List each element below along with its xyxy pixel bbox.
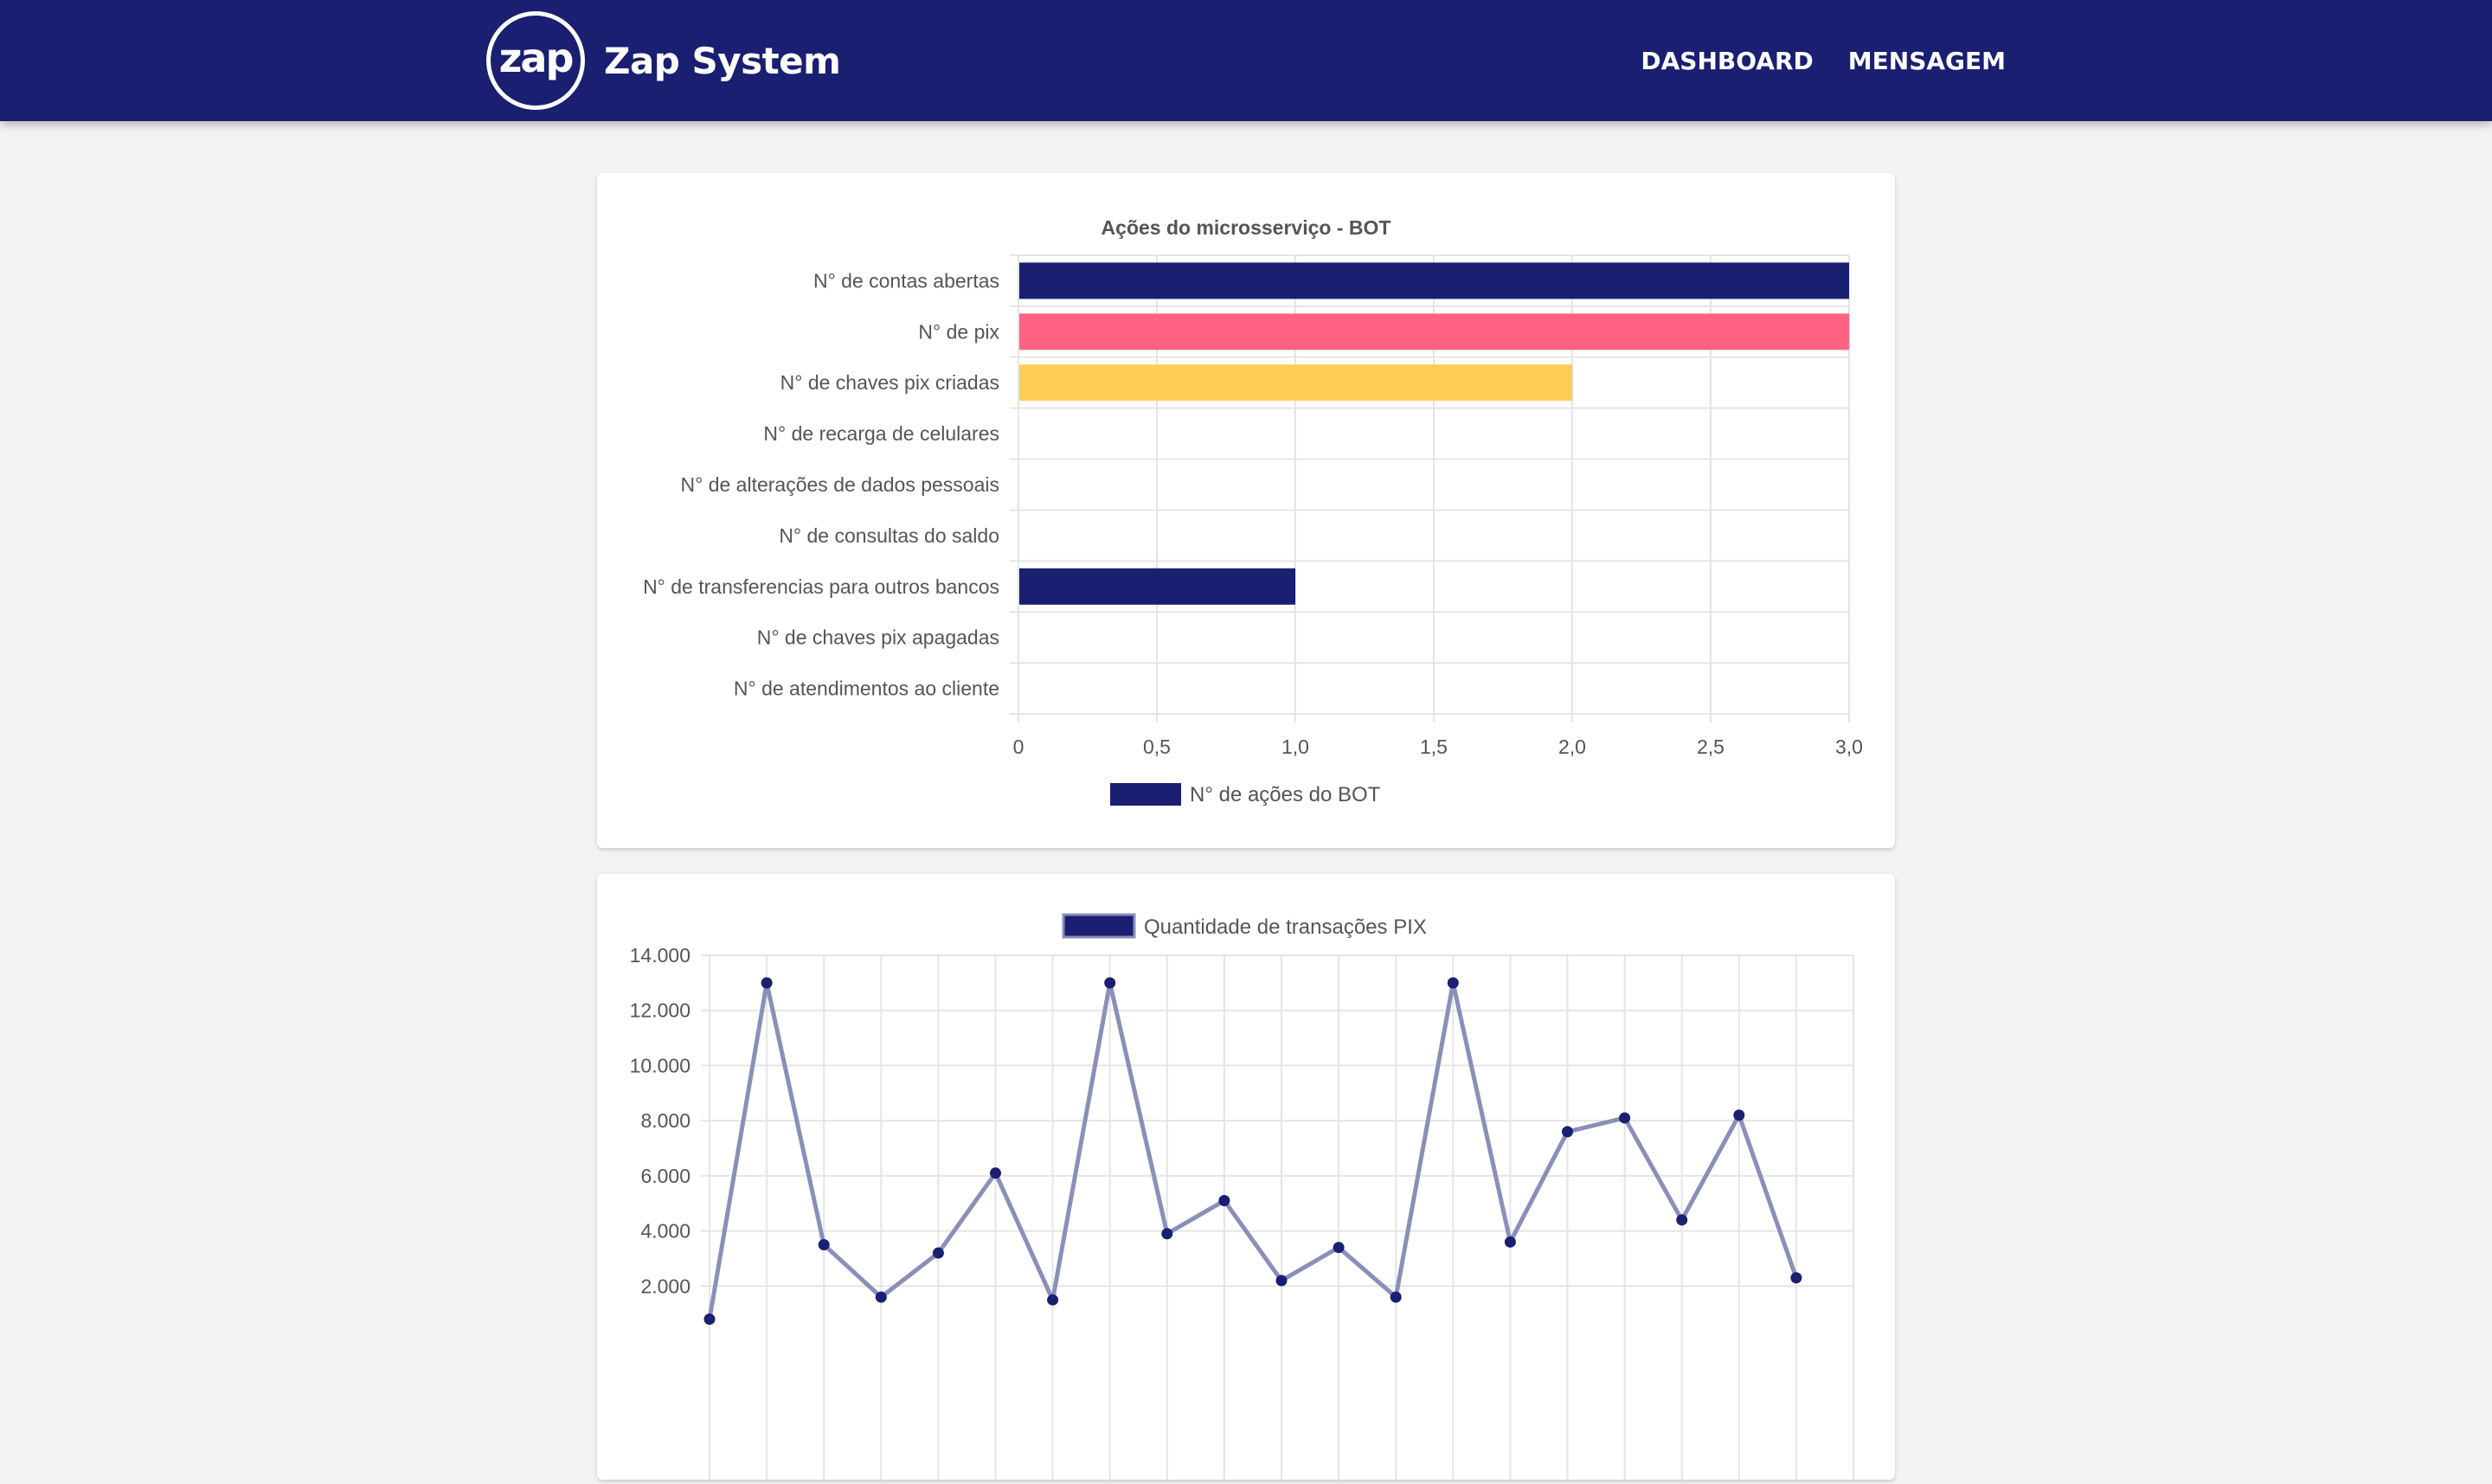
navbar: zap Zap System DASHBOARD MENSAGEM bbox=[0, 0, 2492, 121]
pix-transactions-card: Quantidade de transações PIX 14.000 12.00… bbox=[597, 874, 1895, 1480]
line-data-point[interactable] bbox=[1161, 1228, 1173, 1240]
nav-dashboard-link[interactable]: DASHBOARD bbox=[1641, 47, 1813, 75]
bar-x-tick: 0,5 bbox=[1143, 736, 1171, 758]
bot-actions-bar-chart: Ações do microsserviço - BOT N° de conta… bbox=[643, 216, 1863, 806]
bar-category-label: N° de consultas do saldo bbox=[779, 524, 999, 547]
line-data-point[interactable] bbox=[990, 1167, 1001, 1179]
bar-chart-x-ticks: 0 0,5 1,0 1,5 2,0 2,5 3,0 bbox=[1013, 736, 1863, 758]
brand[interactable]: zap Zap System bbox=[486, 9, 841, 112]
bar-category-label: N° de atendimentos ao cliente bbox=[734, 678, 999, 700]
line-y-tick: 14.000 bbox=[630, 944, 690, 967]
line-data-point[interactable] bbox=[932, 1247, 944, 1259]
bar-category-label: N° de pix bbox=[918, 320, 999, 343]
line-y-tick: 8.000 bbox=[640, 1109, 690, 1132]
bar-0[interactable] bbox=[1019, 262, 1849, 299]
line-legend-label[interactable]: Quantidade de transações PIX bbox=[1144, 915, 1427, 939]
bar-x-tick: 1,0 bbox=[1281, 736, 1309, 758]
line-data-point[interactable] bbox=[761, 977, 773, 989]
bar-x-tick: 2,0 bbox=[1558, 736, 1586, 758]
line-data-point[interactable] bbox=[1733, 1109, 1745, 1121]
line-data-point[interactable] bbox=[1619, 1112, 1631, 1124]
bar-6[interactable] bbox=[1019, 568, 1295, 605]
bar-chart-category-labels: N° de contas abertas N° de pix N° de chave… bbox=[643, 269, 999, 699]
bar-category-label: N° de contas abertas bbox=[813, 269, 999, 292]
line-data-point[interactable] bbox=[1676, 1214, 1688, 1226]
line-y-tick: 2.000 bbox=[640, 1275, 690, 1297]
pix-transactions-line bbox=[707, 980, 1799, 1320]
bar-category-label: N° de chaves pix apagadas bbox=[757, 626, 999, 649]
pix-transactions-line-chart: Quantidade de transações PIX 14.000 12.00… bbox=[630, 913, 1854, 1480]
line-y-tick: 12.000 bbox=[630, 999, 690, 1022]
bar-category-label: N° de chaves pix criadas bbox=[780, 371, 999, 394]
bar-x-tick: 3,0 bbox=[1835, 736, 1863, 758]
bar-x-tick: 2,5 bbox=[1697, 736, 1724, 758]
app-title[interactable]: Zap System bbox=[604, 40, 841, 82]
line-data-point[interactable] bbox=[1504, 1236, 1516, 1248]
bar-category-label: N° de alterações de dados pessoais bbox=[681, 473, 999, 496]
line-y-tick: 6.000 bbox=[640, 1165, 690, 1187]
line-data-point[interactable] bbox=[1218, 1195, 1230, 1207]
line-data-point[interactable] bbox=[818, 1239, 830, 1250]
line-chart-points bbox=[703, 977, 1802, 1326]
line-chart-series bbox=[707, 980, 1799, 1320]
bar-1[interactable] bbox=[1019, 313, 1849, 350]
line-data-point[interactable] bbox=[1562, 1126, 1573, 1138]
line-y-tick: 10.000 bbox=[630, 1054, 690, 1076]
bar-legend-label[interactable]: N° de ações do BOT bbox=[1190, 783, 1381, 806]
line-data-point[interactable] bbox=[1790, 1272, 1802, 1284]
bot-actions-card: Ações do microsserviço - BOT N° de conta… bbox=[597, 173, 1895, 848]
bar-chart-title: Ações do microsserviço - BOT bbox=[1101, 216, 1391, 239]
line-data-point[interactable] bbox=[1447, 977, 1459, 989]
bar-x-tick: 1,5 bbox=[1420, 736, 1448, 758]
line-data-point[interactable] bbox=[1104, 977, 1116, 989]
nav-links: DASHBOARD MENSAGEM bbox=[1641, 0, 2006, 121]
bar-category-label: N° de recarga de celulares bbox=[763, 422, 999, 445]
line-data-point[interactable] bbox=[1275, 1275, 1288, 1287]
line-data-point[interactable] bbox=[1390, 1291, 1402, 1303]
zap-logo[interactable]: zap bbox=[486, 11, 585, 110]
nav-mensagem-link[interactable]: MENSAGEM bbox=[1848, 47, 2006, 75]
bar-category-label: N° de transferencias para outros bancos bbox=[643, 575, 999, 598]
line-data-point[interactable] bbox=[1333, 1242, 1345, 1254]
bar-2[interactable] bbox=[1019, 364, 1572, 402]
line-data-point[interactable] bbox=[703, 1314, 716, 1326]
bar-legend-swatch[interactable] bbox=[1110, 783, 1181, 806]
line-data-point[interactable] bbox=[875, 1291, 887, 1303]
bar-x-tick: 0 bbox=[1013, 736, 1024, 758]
line-data-point[interactable] bbox=[1047, 1294, 1059, 1306]
line-chart-y-ticks: 14.000 12.000 10.000 8.000 6.000 4.000 2.000 bbox=[630, 944, 690, 1297]
line-legend-swatch[interactable] bbox=[1062, 913, 1136, 939]
line-y-tick: 4.000 bbox=[640, 1220, 690, 1243]
